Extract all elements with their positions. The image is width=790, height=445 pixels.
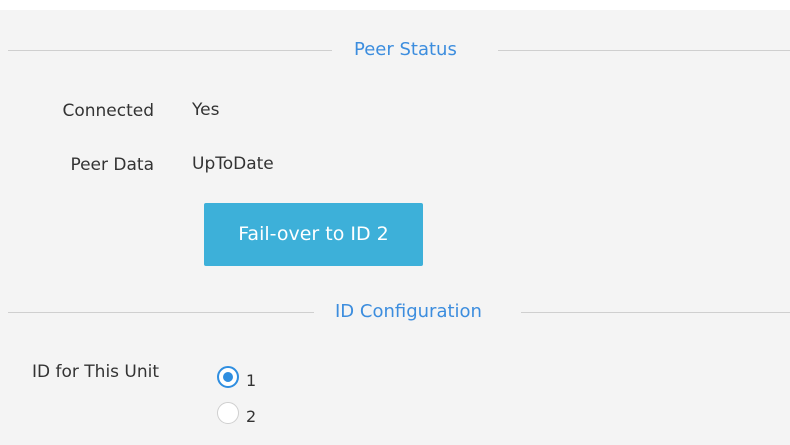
radio-checked-icon[interactable] (217, 366, 239, 388)
id-for-unit-label: ID for This Unit (32, 362, 160, 382)
failover-button[interactable]: Fail-over to ID 2 (204, 203, 423, 266)
radio-label-1: 1 (246, 371, 257, 390)
divider-right (521, 312, 790, 313)
radio-unchecked-icon[interactable] (217, 402, 239, 424)
radio-label-2: 2 (246, 407, 257, 426)
id-configuration-header: ID Configuration (8, 300, 790, 324)
id-radio-option-2[interactable]: 2 (217, 400, 256, 426)
peer-status-header: Peer Status (8, 38, 790, 62)
peer-status-title: Peer Status (354, 39, 457, 60)
divider-right (498, 50, 790, 51)
id-configuration-title: ID Configuration (335, 301, 482, 322)
settings-panel: Peer Status Connected Yes Peer Data UpTo… (0, 10, 790, 445)
divider-left (8, 312, 314, 313)
connected-label: Connected (62, 101, 154, 121)
connected-value: Yes (192, 100, 220, 120)
id-radio-option-1[interactable]: 1 (217, 364, 256, 390)
divider-left (8, 50, 332, 51)
peer-data-value: UpToDate (192, 154, 274, 174)
peer-data-label: Peer Data (70, 155, 154, 175)
